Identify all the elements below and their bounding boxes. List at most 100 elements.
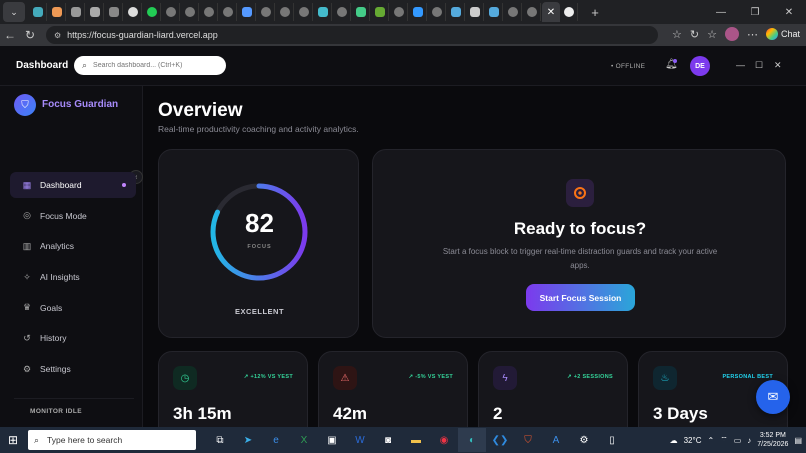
sidebar-item-label: Dashboard xyxy=(40,180,82,190)
chat-button[interactable]: Chat xyxy=(765,28,800,40)
network-icon[interactable]: ⌔ xyxy=(720,435,728,445)
back-icon[interactable]: ← xyxy=(0,28,20,42)
sidebar-item-goals[interactable]: ♛ Goals xyxy=(10,295,136,321)
clock-date: 7/25/2026 xyxy=(757,441,789,448)
browser-tab[interactable] xyxy=(276,3,294,21)
taskbar-search-placeholder: Type here to search xyxy=(47,435,123,445)
profile-avatar[interactable] xyxy=(724,27,739,41)
browser-tab[interactable] xyxy=(314,3,332,21)
gear-icon: ⚙ xyxy=(22,363,32,374)
sidebar-item-settings[interactable]: ⚙ Settings xyxy=(10,356,136,382)
app-minimize-icon[interactable]: — xyxy=(736,60,745,70)
user-avatar[interactable]: DE xyxy=(690,56,710,76)
chat-fab-button[interactable]: ✉ xyxy=(756,380,790,414)
browser-tab[interactable] xyxy=(352,3,370,21)
browser-tab[interactable] xyxy=(428,3,446,21)
browser-tab[interactable] xyxy=(485,3,503,21)
os-taskbar: ⊞ ⌕ Type here to search ⧉ ➤ e X ▣ W ◙ ▬ … xyxy=(0,427,806,453)
browser-tab[interactable] xyxy=(143,3,161,21)
app-store-icon[interactable]: A xyxy=(542,428,570,452)
alert-icon: ⚠ xyxy=(333,366,357,390)
browser-tab[interactable] xyxy=(181,3,199,21)
browser-tab[interactable] xyxy=(409,3,427,21)
taskbar-search[interactable]: ⌕ Type here to search xyxy=(28,430,196,450)
reload-icon[interactable]: ↻ xyxy=(20,28,40,42)
weather-icon[interactable]: ☁ xyxy=(670,436,678,445)
settings-icon[interactable]: ⚙ xyxy=(570,428,598,452)
browser-tab[interactable] xyxy=(29,3,47,21)
browser-tab[interactable] xyxy=(333,3,351,21)
bookmark-star-icon[interactable]: ☆ xyxy=(672,28,682,41)
browser-tab[interactable] xyxy=(162,3,180,21)
task-view-icon[interactable]: ⧉ xyxy=(206,428,234,452)
browser-tab[interactable] xyxy=(200,3,218,21)
search-icon: ⌕ xyxy=(34,434,40,445)
browser-tab[interactable] xyxy=(390,3,408,21)
browser-tab[interactable] xyxy=(504,3,522,21)
app-icon[interactable]: ▣ xyxy=(318,428,346,452)
target-icon xyxy=(566,179,594,207)
browser-tab[interactable] xyxy=(238,3,256,21)
browser-tab[interactable] xyxy=(523,3,541,21)
sidebar-item-label: AI Insights xyxy=(40,272,80,283)
favorites-icon[interactable]: ☆ xyxy=(707,28,717,41)
sidebar: ⛉ Focus Guardian ‹ ▦ Dashboard ◎ Focus M… xyxy=(0,86,143,427)
github-tab[interactable] xyxy=(560,3,578,21)
app-maximize-icon[interactable]: ☐ xyxy=(755,60,763,71)
edge-icon[interactable]: ◐ xyxy=(458,428,486,452)
focus-score-label: FOCUS xyxy=(247,244,272,250)
tray-chevron-icon[interactable]: ⌃ xyxy=(707,436,714,445)
browser-tab[interactable] xyxy=(295,3,313,21)
sidebar-item-focus-mode[interactable]: ◎ Focus Mode xyxy=(10,203,136,229)
chrome-icon[interactable]: ◉ xyxy=(430,428,458,452)
volume-icon[interactable]: ♪ xyxy=(747,436,751,445)
minimize-icon[interactable]: — xyxy=(704,0,738,24)
telegram-icon[interactable]: ➤ xyxy=(234,428,262,452)
more-menu-icon[interactable]: ⋯ xyxy=(747,28,758,41)
url-field[interactable]: ⚙ https://focus-guardian-liard.vercel.ap… xyxy=(46,26,658,44)
start-focus-session-button[interactable]: Start Focus Session xyxy=(526,284,635,311)
site-info-icon[interactable]: ⚙ xyxy=(54,31,61,40)
clock[interactable]: 3:52 PM 7/25/2026 xyxy=(757,431,788,449)
app-icon[interactable]: ▯ xyxy=(598,428,626,452)
sidebar-item-dashboard[interactable]: ▦ Dashboard xyxy=(10,172,136,198)
sidebar-item-analytics[interactable]: ▥ Analytics xyxy=(10,233,136,259)
word-icon[interactable]: W xyxy=(346,428,374,452)
ie-icon[interactable]: e xyxy=(262,428,290,452)
close-window-icon[interactable]: ✕ xyxy=(772,0,806,24)
browser-tab[interactable] xyxy=(48,3,66,21)
browser-tab[interactable] xyxy=(257,3,275,21)
browser-tab[interactable] xyxy=(124,3,142,21)
new-tab-button[interactable]: + xyxy=(585,5,605,20)
vscode-icon[interactable]: ❮❯ xyxy=(486,428,514,452)
browser-tab[interactable] xyxy=(219,3,237,21)
battery-icon[interactable]: ▭ xyxy=(734,436,742,445)
sidebar-item-history[interactable]: ↺ History xyxy=(10,325,136,351)
file-explorer-icon[interactable]: ▬ xyxy=(402,428,430,452)
dashboard-search[interactable]: ⌕ xyxy=(74,56,226,75)
browser-tab[interactable] xyxy=(447,3,465,21)
browser-tab[interactable] xyxy=(105,3,123,21)
excel-icon[interactable]: X xyxy=(290,428,318,452)
search-input[interactable] xyxy=(93,62,214,69)
windows-start-icon[interactable]: ⊞ xyxy=(0,433,26,447)
brave-icon[interactable]: ⛉ xyxy=(514,428,542,452)
browser-tab[interactable] xyxy=(466,3,484,21)
app-icon[interactable]: ◙ xyxy=(374,428,402,452)
address-bar-row: ← ↻ ⚙ https://focus-guardian-liard.verce… xyxy=(0,24,806,46)
tab-menu-button[interactable]: ⌄ xyxy=(3,2,25,22)
tab-list: ✕ + xyxy=(29,2,605,22)
app-close-icon[interactable]: ✕ xyxy=(774,60,782,71)
close-tab-icon[interactable]: ✕ xyxy=(542,2,560,22)
shield-icon: ⛉ xyxy=(14,94,36,116)
app-header: Dashboard ⌕ • OFFLINE 🔔︎ DE — ☐ ✕ xyxy=(0,46,806,86)
notifications-icon[interactable]: ▤ xyxy=(794,436,802,445)
sidebar-item-ai-insights[interactable]: ✧ AI Insights xyxy=(10,264,136,290)
sidebar-item-label: Focus Mode xyxy=(40,210,87,221)
browser-tab[interactable] xyxy=(67,3,85,21)
sidebar-item-label: Goals xyxy=(40,302,63,313)
restore-icon[interactable]: ❐ xyxy=(738,0,772,24)
refresh-extension-icon[interactable]: ↻ xyxy=(690,28,699,41)
browser-tab[interactable] xyxy=(371,3,389,21)
browser-tab[interactable] xyxy=(86,3,104,21)
